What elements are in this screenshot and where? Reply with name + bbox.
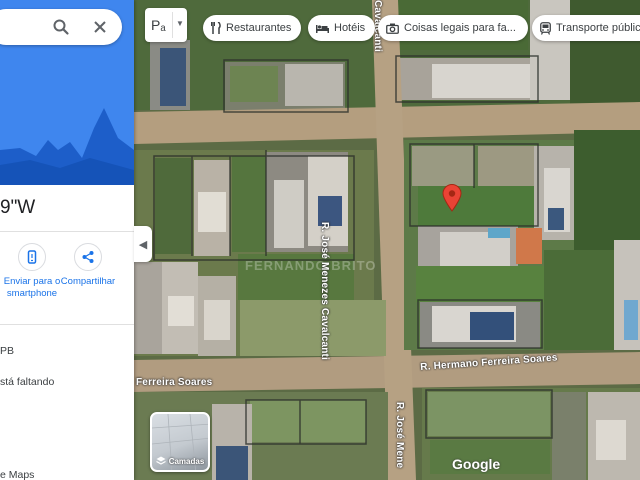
chip-label: Hotéis [334,22,366,34]
address-line[interactable]: PB [0,345,14,357]
map-mode-label: Pₐ [151,17,166,33]
chevron-left-icon: ◀ [138,238,148,251]
search-icon[interactable] [52,18,70,36]
chip-restaurants[interactable]: Restaurantes [203,15,302,41]
share-button[interactable]: Compartilhar [56,243,120,288]
close-icon[interactable] [91,18,109,36]
chip-label: Transporte públic [556,22,640,34]
phone-icon [18,243,46,271]
place-hero-image [0,0,134,185]
chip-label: Restaurantes [226,22,292,34]
maps-link[interactable]: e Maps [0,469,34,480]
divider [0,324,134,325]
collapse-panel-button[interactable]: ◀ [134,226,152,262]
search-box[interactable] [0,9,122,45]
layers-icon [155,456,166,466]
send-to-phone-label: Enviar para o smartphone [3,276,61,299]
layers-label: Camadas [168,456,205,466]
chip-things-to-do[interactable]: Coisas legais para fa... [378,15,528,41]
camera-icon [386,23,399,34]
map-mode-selector[interactable]: Pₐ ▼ [145,8,187,42]
divider [172,12,173,38]
map-watermark: FERNANDO BRITO [245,258,377,273]
place-coordinates: 9"W [0,197,36,218]
street-label-jose-menezes: R. José Menezes Cavalcanti [319,222,330,361]
hotel-icon [316,23,329,33]
divider [0,231,134,232]
restaurant-icon [211,22,221,34]
chevron-down-icon[interactable]: ▼ [176,19,184,28]
chip-transit[interactable]: Transporte públic [532,15,640,41]
layers-label-wrap: Camadas [152,456,208,466]
chip-label: Coisas legais para fa... [404,22,516,34]
place-details-panel: 9"W Enviar para o smartphone Compartilha… [0,0,134,480]
share-label: Compartilhar [60,276,116,287]
layers-button[interactable]: Camadas [150,412,210,472]
send-to-phone-button[interactable]: Enviar para o smartphone [0,243,64,300]
share-icon [74,243,102,271]
street-label-ferreira: Ferreira Soares [136,377,213,388]
street-label-jose-menezes-lower: R. José Mene [394,402,405,469]
transit-icon [540,21,551,35]
missing-place-link[interactable]: stá faltando [0,376,54,388]
chip-hotels[interactable]: Hotéis [308,15,376,41]
location-pin-icon[interactable] [442,184,462,212]
google-attribution: Google [452,456,501,472]
